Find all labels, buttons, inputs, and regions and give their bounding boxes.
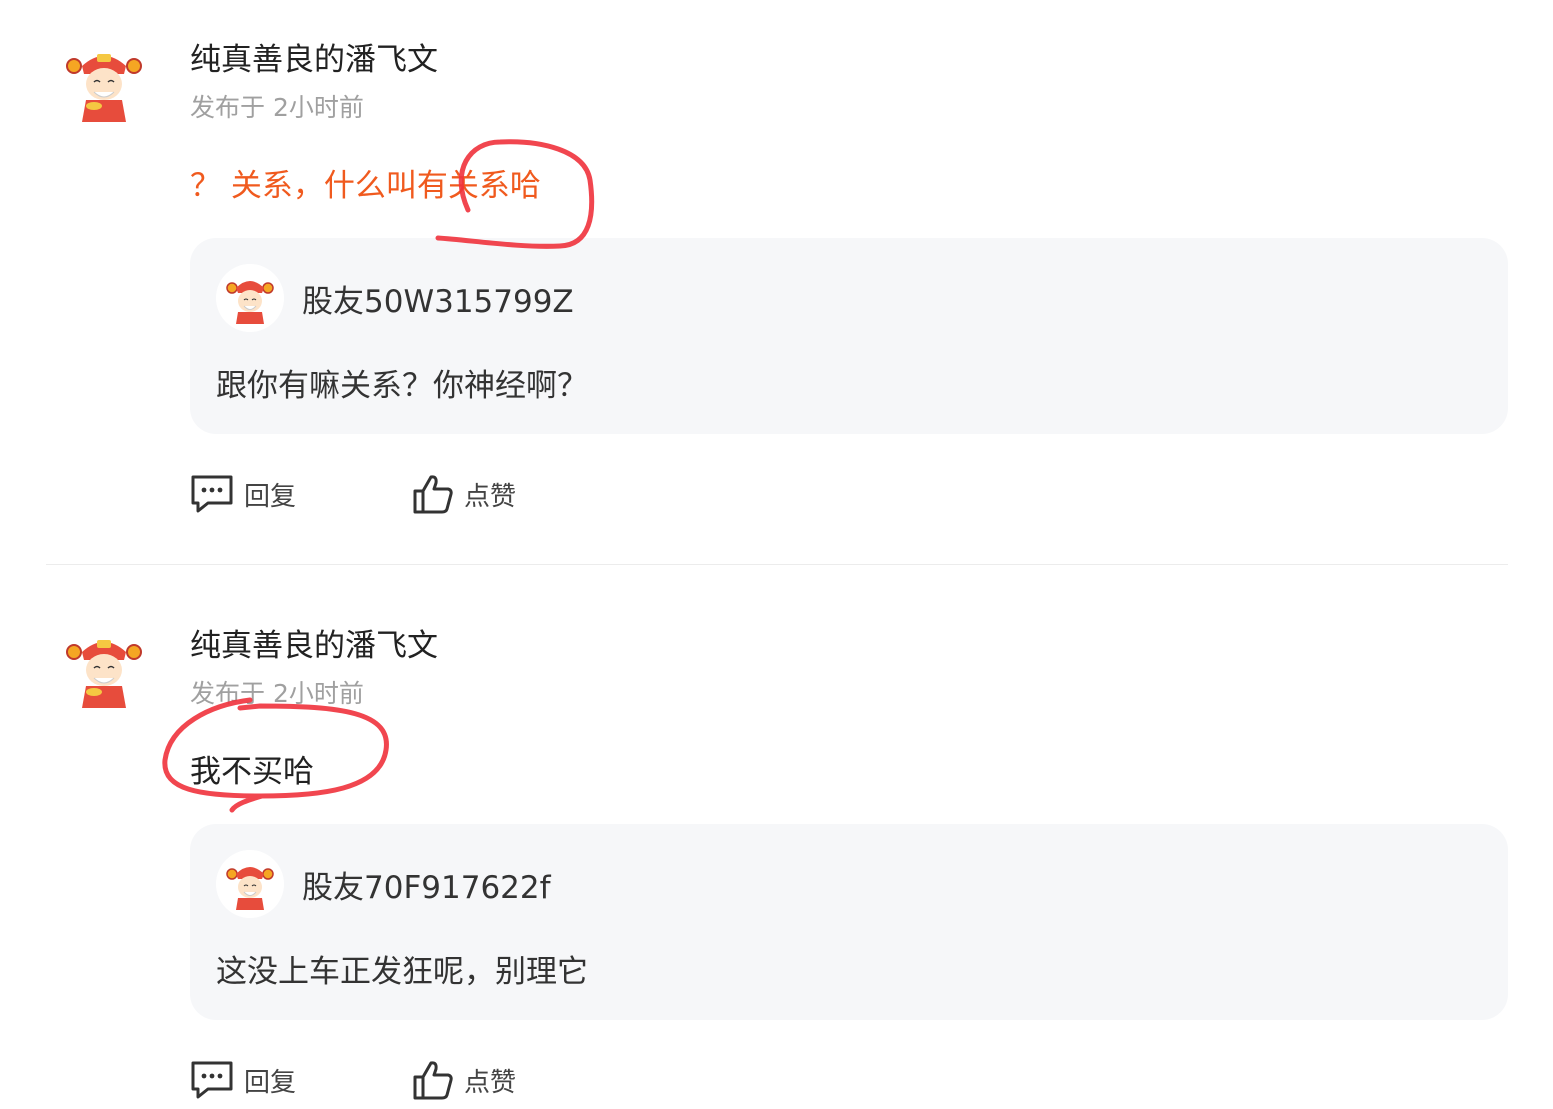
divider bbox=[46, 564, 1508, 565]
reply-label: 回复 bbox=[244, 481, 297, 512]
avatar[interactable] bbox=[216, 850, 284, 918]
quoted-user-name[interactable]: 股友50W315799Z bbox=[302, 276, 574, 321]
post-time: 发布于 2小时前 bbox=[190, 93, 364, 122]
thumbs-up-icon bbox=[413, 1061, 453, 1100]
thumbs-up-icon bbox=[413, 475, 453, 514]
reply-button[interactable]: 回复 bbox=[190, 472, 296, 516]
reply-button[interactable]: 回复 bbox=[190, 1058, 296, 1102]
quoted-reply[interactable]: 股友70F917622f 这没上车正发狂呢，别理它 bbox=[190, 824, 1508, 1020]
author-name[interactable]: 纯真善良的潘飞文 bbox=[190, 34, 438, 79]
comment-text: ？ 关系，什么叫有关系哈 bbox=[190, 168, 541, 204]
comment-icon bbox=[191, 475, 233, 513]
comment-feed: 纯真善良的潘飞文 发布于 2小时前 ？ 关系，什么叫有关系哈 股友50W3157… bbox=[0, 0, 1553, 1109]
quoted-reply[interactable]: 股友50W315799Z 跟你有嘛关系？你神经啊？ bbox=[190, 238, 1508, 434]
like-button[interactable]: 点赞 bbox=[412, 1058, 516, 1102]
quoted-text: 这没上车正发狂呢，别理它 bbox=[216, 954, 588, 990]
quoted-user-name[interactable]: 股友70F917622f bbox=[302, 862, 551, 907]
comment-actions: 回复 点赞 bbox=[190, 1058, 590, 1102]
like-button[interactable]: 点赞 bbox=[412, 472, 516, 516]
reply-label: 回复 bbox=[244, 1067, 297, 1098]
like-label: 点赞 bbox=[464, 481, 517, 512]
comment-actions: 回复 点赞 bbox=[190, 472, 590, 516]
comment-icon bbox=[191, 1061, 233, 1099]
like-label: 点赞 bbox=[464, 1067, 517, 1098]
author-name[interactable]: 纯真善良的潘飞文 bbox=[190, 620, 438, 665]
quoted-text: 跟你有嘛关系？你神经啊？ bbox=[216, 368, 588, 404]
avatar[interactable] bbox=[64, 44, 144, 124]
avatar[interactable] bbox=[216, 264, 284, 332]
comment-text: 我不买哈 bbox=[190, 754, 314, 790]
avatar[interactable] bbox=[64, 630, 144, 710]
post-time: 发布于 2小时前 bbox=[190, 679, 364, 708]
